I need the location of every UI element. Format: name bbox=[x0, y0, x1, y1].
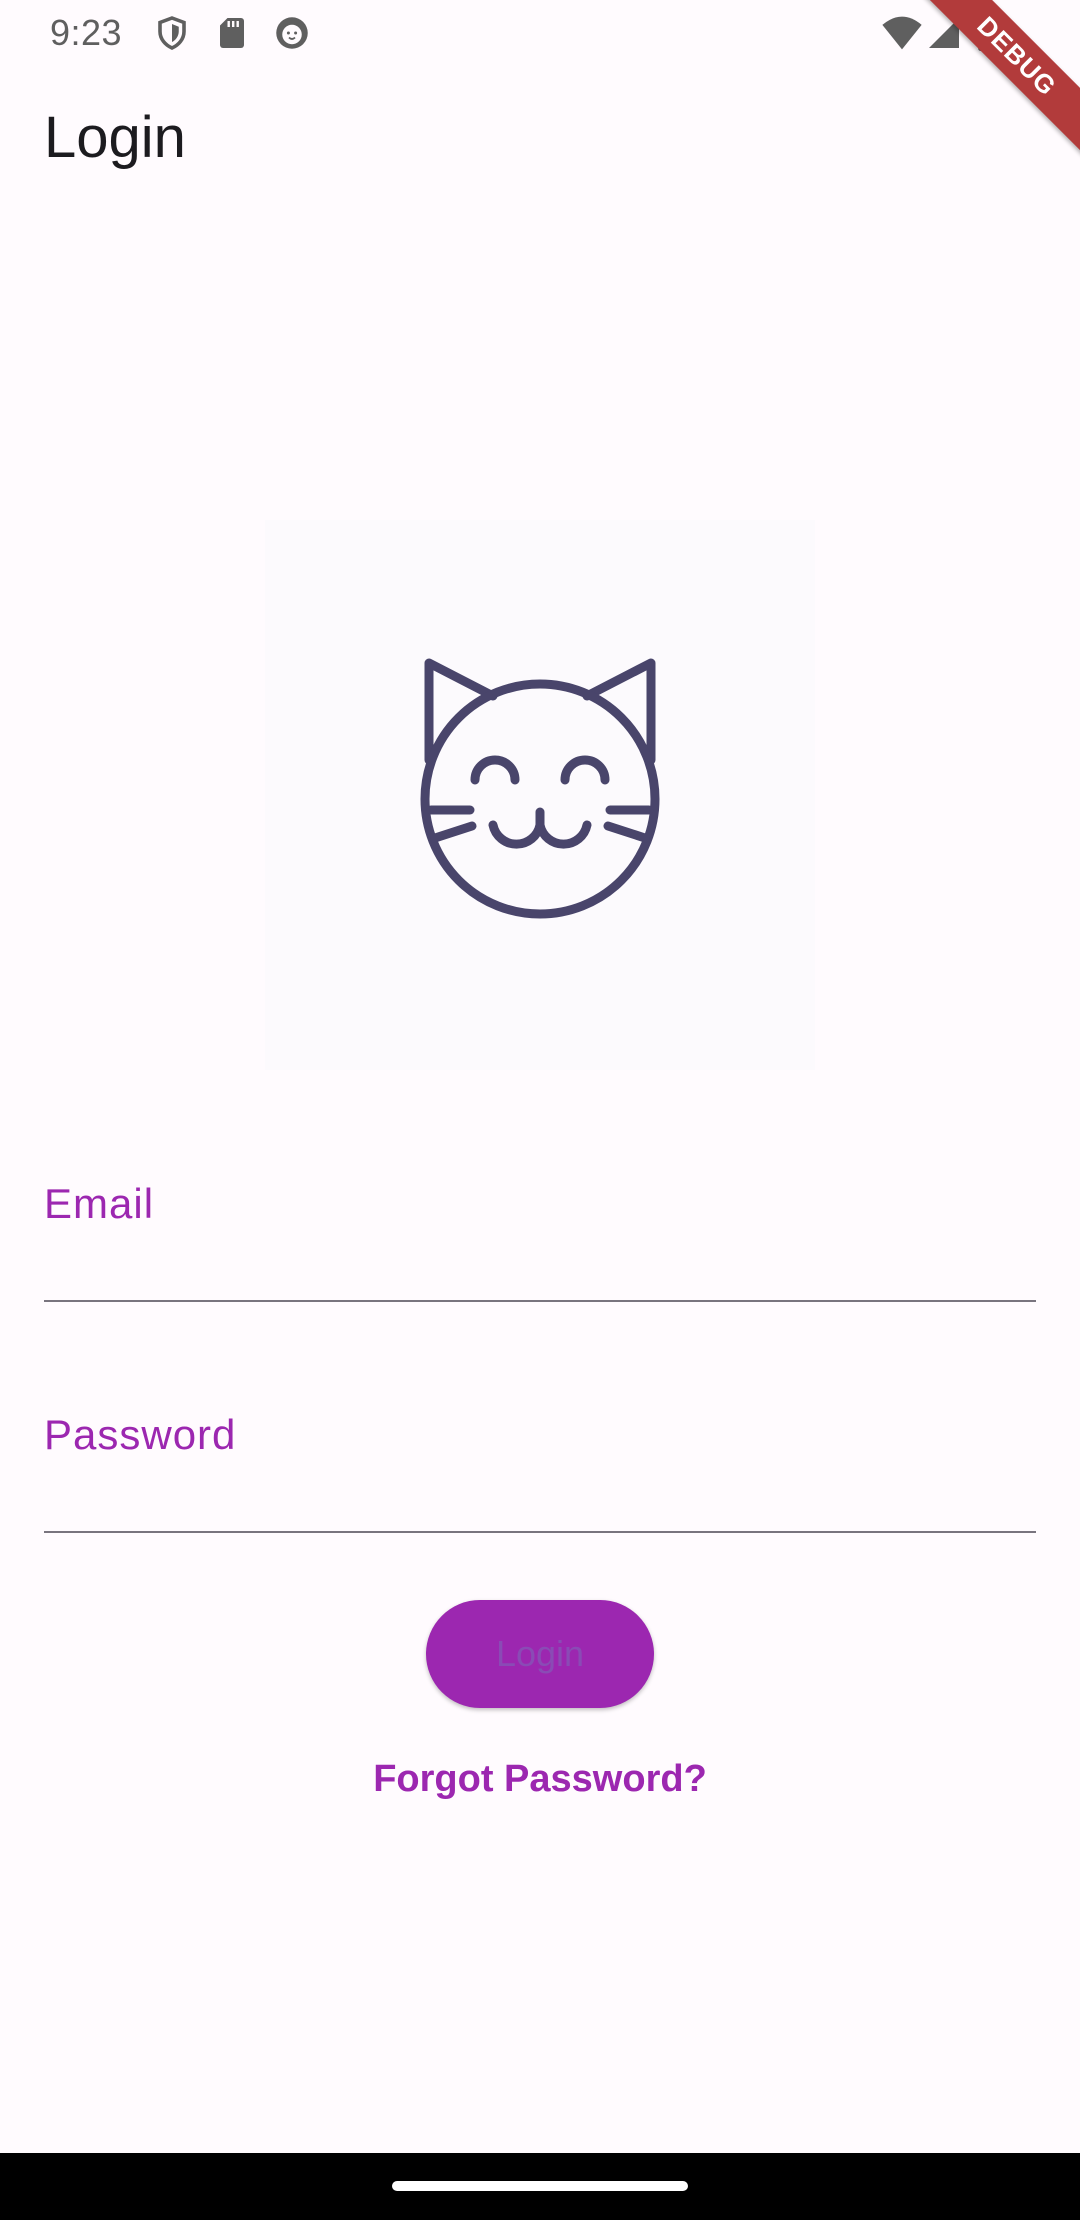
status-time: 9:23 bbox=[50, 12, 123, 53]
status-bar: 9:23 bbox=[0, 0, 1080, 66]
hero-image bbox=[265, 520, 815, 1070]
wifi-icon bbox=[880, 15, 924, 51]
email-underline bbox=[44, 1300, 1036, 1302]
home-gesture-handle[interactable] bbox=[392, 2181, 688, 2191]
page-title: Login bbox=[44, 105, 186, 170]
sd-card-icon bbox=[214, 15, 250, 51]
cat-face-icon bbox=[420, 658, 660, 919]
login-button[interactable]: Login bbox=[426, 1600, 654, 1708]
shield-icon bbox=[154, 15, 190, 51]
forgot-password-link[interactable]: Forgot Password? bbox=[0, 1758, 1080, 1801]
password-input[interactable] bbox=[44, 1403, 1036, 1533]
login-screen: 9:23 DEBUG Login Email Password Login Fo… bbox=[0, 0, 1080, 2220]
password-field[interactable]: Password bbox=[44, 1403, 1036, 1533]
password-underline bbox=[44, 1531, 1036, 1533]
cat-face-icon bbox=[274, 15, 310, 51]
email-field[interactable]: Email bbox=[44, 1172, 1036, 1302]
email-input[interactable] bbox=[44, 1172, 1036, 1302]
